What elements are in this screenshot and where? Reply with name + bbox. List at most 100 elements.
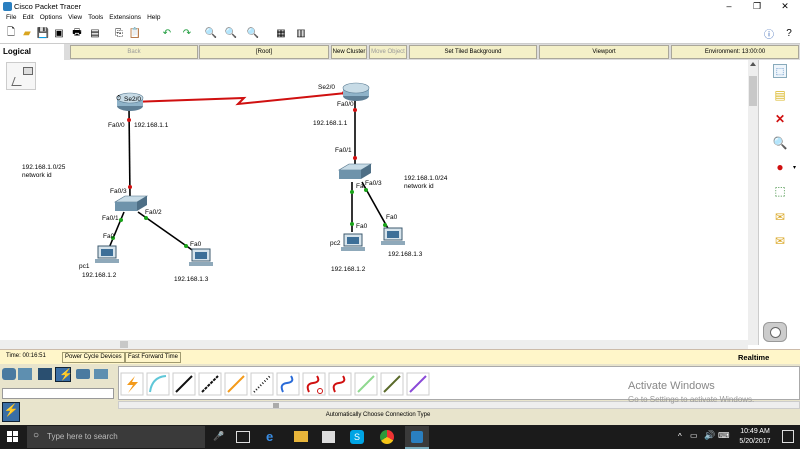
task-view-icon[interactable] (236, 431, 250, 443)
fast-forward-button[interactable]: Fast Forward Time (125, 352, 182, 363)
serial-link[interactable] (130, 92, 347, 106)
redo-icon[interactable]: ↷ (180, 26, 194, 40)
save-icon[interactable]: 💾 (36, 26, 50, 40)
palette-icon[interactable]: ▦ (274, 26, 288, 40)
set-tiled-background-button[interactable]: Set Tiled Background (409, 45, 537, 59)
print-icon[interactable]: 🖶 (70, 26, 84, 40)
menu-tools[interactable]: Tools (88, 13, 103, 23)
chevron-down-icon[interactable]: ▾ (793, 164, 796, 171)
pc1[interactable] (95, 245, 119, 263)
draw-shape-icon[interactable]: ● (773, 160, 787, 174)
fiber-cable-icon[interactable] (224, 372, 248, 396)
complex-pdu-icon[interactable]: ✉ (773, 234, 787, 248)
console-cable-icon[interactable] (146, 372, 170, 396)
new-cluster-button[interactable]: New Cluster (331, 45, 367, 59)
copy-icon[interactable]: ⎘ (112, 26, 126, 40)
menu-options[interactable]: Options (40, 13, 62, 23)
skype-icon[interactable]: S (350, 430, 364, 444)
info-icon[interactable]: ⓘ (762, 26, 776, 41)
serial-dte-cable-icon[interactable] (328, 372, 352, 396)
help-icon[interactable]: ? (782, 26, 796, 40)
switch-right[interactable] (337, 163, 373, 179)
realtime-clock-icon[interactable] (763, 322, 787, 342)
back-button[interactable]: Back (70, 45, 198, 59)
notifications-icon[interactable] (782, 430, 794, 443)
auto-connection-icon[interactable]: ⚡ (2, 402, 20, 422)
vertical-scrollbar[interactable] (748, 60, 758, 345)
zoom-out-icon[interactable]: 🔍 (246, 26, 260, 40)
octal-cable-icon[interactable] (354, 372, 378, 396)
router-left-fa-label: Fa0/0 (108, 122, 125, 129)
tray-chevron-icon[interactable]: ^ (678, 432, 682, 441)
phone-cable-icon[interactable] (250, 372, 274, 396)
root-button[interactable]: [Root] (199, 45, 329, 59)
iot-cable-icon[interactable] (380, 372, 404, 396)
window-title: Cisco Packet Tracer (14, 2, 82, 11)
network-icon[interactable]: ▭ (690, 431, 698, 440)
routers-category-icon[interactable] (2, 368, 16, 380)
connections-category-icon[interactable]: ⚡ (55, 367, 73, 382)
keyboard-icon[interactable]: ⌨ (718, 431, 730, 440)
minimize-button[interactable]: – (716, 0, 742, 13)
logical-tab[interactable]: Logical (0, 44, 64, 60)
usb-cable-icon[interactable] (406, 372, 430, 396)
new-file-icon[interactable]: 🗋 (4, 26, 18, 40)
environment-button[interactable]: Environment: 13:00:00 (671, 45, 799, 59)
menu-file[interactable]: File (6, 13, 16, 23)
menu-view[interactable]: View (68, 13, 82, 23)
store-icon[interactable] (322, 431, 335, 443)
chrome-icon[interactable] (380, 430, 394, 444)
microphone-icon[interactable]: 🎤 (213, 431, 224, 442)
paste-icon[interactable]: 📋 (128, 26, 142, 40)
custom-device-icon[interactable]: ▥ (294, 26, 308, 40)
logical-workspace[interactable]: ⏱ Se2/0 Fa0/0 192.168.1.1 Se2/0 Fa0/0 19… (0, 60, 748, 340)
edge-browser-icon[interactable]: e (266, 429, 273, 444)
router-right[interactable] (342, 82, 370, 101)
device-categories: ⚡ ⚡ (0, 364, 117, 425)
clock-time[interactable]: 10:49 AM (735, 428, 775, 435)
copper-cross-cable-icon[interactable] (198, 372, 222, 396)
switch-left[interactable] (113, 195, 149, 211)
simple-pdu-icon[interactable]: ✉ (773, 210, 787, 224)
components-category-icon[interactable] (76, 369, 90, 379)
menu-edit[interactable]: Edit (22, 13, 33, 23)
close-button[interactable]: ✕ (772, 0, 798, 13)
coaxial-cable-icon[interactable] (276, 372, 300, 396)
activity-wizard-icon[interactable]: ▤ (88, 26, 102, 40)
file-explorer-icon[interactable] (294, 431, 308, 442)
open-folder-icon[interactable]: ▰ (20, 26, 34, 40)
undo-icon[interactable]: ↶ (160, 26, 174, 40)
pc-left-2[interactable] (189, 248, 213, 266)
resize-shape-icon[interactable]: ⬚ (773, 184, 787, 198)
pc-right-2[interactable] (381, 227, 405, 245)
end-devices-category-icon[interactable] (38, 368, 52, 380)
select-tool-icon[interactable]: ⬚ (773, 64, 787, 78)
title-bar: Cisco Packet Tracer – ❐ ✕ (0, 0, 800, 13)
multiuser-category-icon[interactable] (94, 369, 108, 379)
move-object-button[interactable]: Move Object (369, 45, 407, 59)
realtime-mode-label[interactable]: Realtime (738, 353, 769, 362)
viewport-button[interactable]: Viewport (539, 45, 669, 59)
menu-extensions[interactable]: Extensions (109, 13, 141, 23)
windows-start-icon[interactable] (7, 431, 19, 443)
switches-category-icon[interactable] (18, 368, 32, 380)
note-icon[interactable]: ▤ (773, 88, 787, 102)
taskbar-search-box[interactable]: ○ Type here to search 🎤 (27, 426, 224, 448)
zoom-in-icon[interactable]: 🔍 (204, 26, 218, 40)
menu-help[interactable]: Help (147, 13, 160, 23)
clock-date[interactable]: 5/20/2017 (735, 438, 775, 445)
restore-button[interactable]: ❐ (744, 0, 770, 13)
inspect-icon[interactable]: 🔍 (773, 136, 788, 150)
save-all-icon[interactable]: ▣ (52, 26, 66, 40)
delete-icon[interactable]: ✕ (773, 112, 787, 126)
automatic-cable-icon[interactable] (120, 372, 144, 396)
volume-icon[interactable]: 🔊 (704, 430, 715, 441)
copper-straight-cable-icon[interactable] (172, 372, 196, 396)
power-cycle-button[interactable]: Power Cycle Devices (62, 352, 125, 363)
horizontal-scrollbar[interactable] (0, 340, 748, 349)
pc2[interactable] (341, 233, 365, 251)
zoom-reset-icon[interactable]: 🔍 (224, 26, 238, 40)
packet-tracer-taskbar-icon[interactable] (405, 426, 429, 449)
serial-dce-cable-icon[interactable] (302, 372, 326, 396)
port-indicator (353, 156, 357, 160)
